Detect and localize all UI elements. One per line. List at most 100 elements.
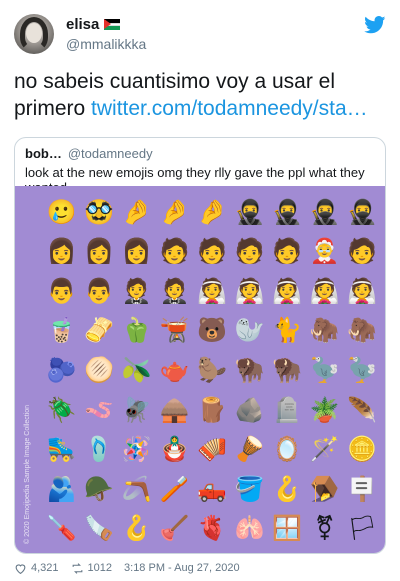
emoji-16: 🤶 [309,237,340,266]
tweet-text: no sabeis cuantisimo voy a usar el prime… [14,68,386,122]
emoji-20: 🤵 [121,276,152,305]
like-action[interactable]: 4,321 [14,562,59,575]
emoji-45: 🪲 [46,395,77,424]
emoji-39: 🫖 [159,355,190,384]
emoji-7: 🥷 [309,197,340,226]
emoji-25: 👰 [309,276,340,305]
emoji-22: 👰 [197,276,227,305]
emoji-18: 👨 [46,276,77,305]
emoji-80: 🏳 [346,514,378,543]
emoji-72: 🪛 [46,514,77,543]
tweet-footer: 4,321 1012 3:18 PM - Aug 27, 2020 [14,560,240,576]
emoji-56: 🪅 [121,435,152,464]
emoji-21: 🤵 [159,276,190,305]
emoji-19: 👨 [84,276,115,305]
emoji-1: 🥸 [84,197,115,226]
emoji-62: 🪙 [347,435,378,464]
emoji-40: 🦫 [197,355,227,384]
emoji-24: 👰 [272,276,303,305]
emoji-3: 🤌 [159,197,190,226]
emoji-grid: 🥲 🥸 🤌 🤌 🤌 🥷 🥷 🥷 🥷 👩 👩 👩 🧑 🧑 🧑 🧑 🤶 🧑 👨 👨 🤵 🤵 👰 👰 👰 👰 👰 🧋 🫔 🫑 🫕 🐻 🦭 🐈 🦣 🦣 🫐 🫓 🫒 🫖… [43,192,381,548]
emoji-28: 🫔 [84,316,115,345]
emoji-75: 🪠 [159,514,190,543]
emoji-71: 🪧 [347,474,378,503]
emoji-70: 🪤 [309,474,340,503]
quoted-user-handle[interactable]: @todamneedy [68,146,153,161]
emoji-44: 🦤 [347,355,378,384]
emoji-79: ⚧ [314,514,335,543]
emoji-46: 🪱 [84,395,115,424]
emoji-8: 🥷 [347,197,378,226]
emoji-49: 🪵 [197,395,227,424]
emoji-38: 🫒 [121,355,152,384]
emoji-23: 👰 [234,276,265,305]
retweet-count: 1012 [87,562,113,574]
quoted-tweet-header: bob… @todamneedy [25,146,153,161]
emoji-52: 🪴 [309,395,340,424]
emoji-69: 🪝 [272,474,303,503]
like-count: 4,321 [31,562,59,574]
emoji-48: 🛖 [159,395,190,424]
emoji-55: 🩴 [84,435,115,464]
emoji-13: 🧑 [197,237,227,266]
emoji-50: 🪨 [234,395,265,424]
emoji-30: 🫕 [159,316,190,345]
emoji-77: 🫁 [234,514,265,543]
emoji-53: 🪶 [347,395,378,424]
emoji-10: 👩 [84,237,115,266]
emoji-9: 👩 [46,237,77,266]
emoji-68: 🪣 [234,474,265,503]
quoted-tweet[interactable]: bob… @todamneedy look at the new emojis … [14,137,386,554]
quoted-tweet-image[interactable]: 🥲 🥸 🤌 🤌 🤌 🥷 🥷 🥷 🥷 👩 👩 👩 🧑 🧑 🧑 🧑 🤶 🧑 👨 👨 🤵 🤵 👰 👰 👰 👰 👰 🧋 🫔 🫑 🫕 🐻 🦭 🐈 🦣 🦣 🫐 🫓 🫒 🫖… [15,186,385,553]
display-name[interactable]: elisa [66,16,99,33]
tweet-card: elisa @mmalikkka no sabeis cuantisimo vo… [0,0,400,581]
emoji-60: 🪞 [272,435,303,464]
emoji-29: 🫑 [121,316,152,345]
emoji-35: 🦣 [347,316,378,345]
emoji-76: 🫀 [197,514,227,543]
quoted-tweet-link[interactable]: twitter.com/todamneedy/sta… [91,97,368,120]
emoji-65: 🪃 [121,474,152,503]
emoji-5: 🥷 [234,197,265,226]
emoji-73: 🪚 [84,514,115,543]
emoji-67: 🛻 [197,474,227,503]
emoji-54: 🛼 [46,435,77,464]
emoji-37: 🫓 [84,355,115,384]
retweet-action[interactable]: 1012 [71,562,112,575]
emoji-27: 🧋 [46,316,77,345]
image-caption: © 2020 Emojipedia Sample Image Collectio… [24,404,31,544]
emoji-31: 🐻 [197,316,227,345]
twitter-bird-icon[interactable] [364,16,386,34]
timestamp[interactable]: 3:18 PM - Aug 27, 2020 [124,562,240,574]
emoji-42: 🦬 [272,355,303,384]
emoji-58: 🪗 [197,435,227,464]
emoji-0: 🥲 [46,197,77,226]
emoji-47: 🪰 [121,395,152,424]
user-handle[interactable]: @mmalikkka [66,36,146,52]
emoji-41: 🦬 [234,355,265,384]
emoji-15: 🧑 [272,237,303,266]
palestine-flag-icon [104,19,121,30]
emoji-14: 🧑 [234,237,265,266]
name-row: elisa [66,16,121,33]
emoji-4: 🤌 [197,197,227,226]
emoji-78: 🪟 [272,514,303,543]
emoji-6: 🥷 [272,197,303,226]
emoji-17: 🧑 [347,237,378,266]
avatar[interactable] [14,14,54,54]
tweet-header: elisa @mmalikkka [14,14,386,58]
emoji-26: 👰 [347,276,378,305]
emoji-2: 🤌 [121,197,152,226]
emoji-74: 🪝 [121,514,152,543]
emoji-34: 🦣 [309,316,340,345]
emoji-51: 🪦 [272,395,303,424]
quoted-display-name[interactable]: bob… [25,146,62,161]
heart-icon [15,563,26,574]
emoji-66: 🪥 [159,474,190,503]
emoji-11: 👩 [121,237,152,266]
emoji-57: 🪆 [159,435,190,464]
emoji-59: 🪘 [234,435,265,464]
emoji-64: 🪖 [84,474,115,503]
emoji-61: 🪄 [309,435,340,464]
emoji-43: 🦤 [309,355,340,384]
